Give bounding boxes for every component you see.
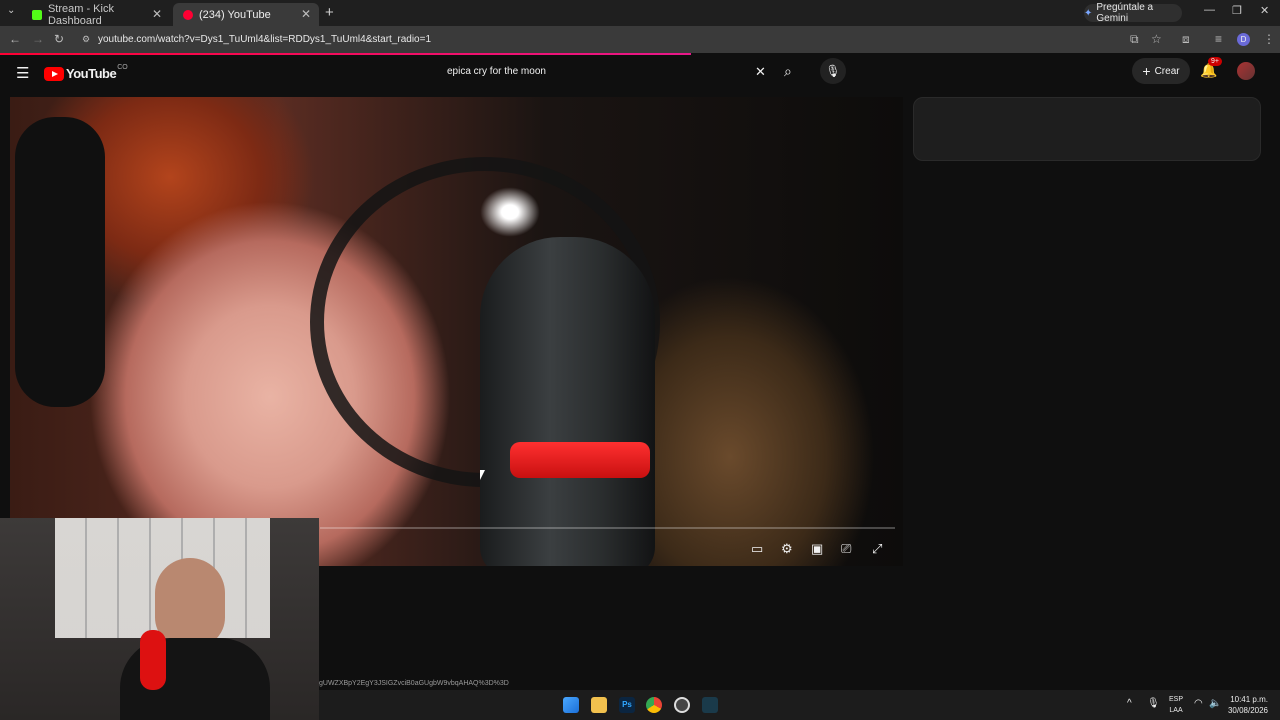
video-frame-microphone (480, 237, 655, 566)
mic-icon[interactable]: 🎙 (820, 58, 846, 84)
lang-line1: ESP (1169, 696, 1184, 703)
taskbar-clock[interactable]: 10:41 p.m. 30/08/2026 (1228, 694, 1268, 716)
clock-time: 10:41 p.m. (1230, 695, 1268, 704)
forward-icon[interactable]: → (32, 32, 44, 46)
back-icon[interactable]: ← (9, 32, 21, 46)
search-icon[interactable]: ⌕ (784, 63, 792, 80)
youtube-logo[interactable]: YouTube CO (44, 64, 128, 81)
browser-tab-bar: ⌄ Stream - Kick Dashboard ✕ (234) YouTub… (0, 0, 1280, 27)
mouse-cursor-icon (480, 470, 485, 480)
browser-menu-icon[interactable]: ⋮ (1263, 32, 1275, 46)
status-bar-url: gUWZXBpY2EgY3JSIGZvciB0aGUgbW9vbqAHAQ%3D… (319, 680, 509, 687)
extensions-icon[interactable]: ⧈ (1182, 32, 1190, 47)
tray-mic-icon[interactable]: 🎙 (1147, 698, 1160, 709)
lang-line2: LAA (1169, 707, 1183, 714)
tray-chevron-icon[interactable]: ^ (1127, 698, 1132, 709)
windows-taskbar: Ps ^ 🎙 ESP LAA ◠ 🔈 10:41 p.m. 30/08/2026 (319, 690, 1280, 720)
reload-icon[interactable]: ↻ (54, 32, 64, 46)
restore-button[interactable]: ❐ (1232, 4, 1242, 17)
kick-favicon-icon (32, 9, 42, 20)
close-window-button[interactable]: ✕ (1260, 4, 1269, 17)
cast-icon[interactable]: ⎚ (841, 541, 851, 557)
menu-icon[interactable]: ☰ (16, 64, 29, 82)
gemini-label: Pregúntale a Gemini (1096, 2, 1154, 24)
logo-country: CO (117, 64, 128, 71)
sidebar-placeholder-card (913, 97, 1261, 161)
tab-youtube[interactable]: (234) YouTube ✕ (173, 3, 319, 26)
install-app-icon[interactable]: ⧉ (1130, 32, 1139, 47)
subtitles-icon[interactable]: ▭ (751, 541, 763, 557)
notification-badge: 9+ (1208, 57, 1222, 66)
media-controls-icon[interactable]: ≡ (1215, 32, 1222, 46)
youtube-header: ☰ YouTube CO epica cry for the moon ✕ ⌕ … (0, 56, 1280, 96)
miniplayer-icon[interactable]: ▣ (811, 541, 823, 557)
account-avatar[interactable] (1237, 62, 1255, 80)
bookmark-star-icon[interactable]: ☆ (1151, 32, 1162, 46)
youtube-favicon-icon (183, 9, 193, 20)
webcam-microphone (140, 630, 166, 690)
create-label: Crear (1154, 65, 1180, 77)
tab-label: (234) YouTube (199, 8, 271, 21)
new-tab-button[interactable]: + (325, 4, 334, 21)
gemini-sparkle-icon: ✦ (1084, 7, 1093, 19)
webcam-person-head (155, 558, 225, 648)
address-field[interactable]: ⚙ youtube.com/watch?v=Dys1_TuUml4&list=R… (80, 29, 1140, 50)
minimize-button[interactable]: — (1204, 4, 1215, 16)
site-info-icon[interactable]: ⚙ (82, 29, 90, 50)
settings-icon[interactable]: ⚙ (781, 541, 793, 557)
fullscreen-icon[interactable]: ⤢ (872, 541, 882, 557)
obs-icon[interactable] (674, 697, 690, 713)
app-icon[interactable] (702, 697, 718, 713)
tab-kick-dashboard[interactable]: Stream - Kick Dashboard ✕ (22, 3, 170, 27)
gemini-button[interactable]: ✦ Pregúntale a Gemini (1084, 2, 1182, 24)
search-input[interactable]: epica cry for the moon ✕ (437, 60, 771, 84)
clear-icon[interactable]: ✕ (755, 60, 766, 84)
video-frame-light-glare (480, 187, 540, 237)
chrome-icon[interactable] (646, 697, 662, 713)
clock-date: 30/08/2026 (1227, 706, 1268, 715)
language-indicator[interactable]: ESP LAA (1169, 694, 1183, 716)
search-query: epica cry for the moon (447, 66, 546, 77)
browser-toolbar: ← → ↻ ⚙ youtube.com/watch?v=Dys1_TuUml4&… (0, 26, 1280, 53)
plus-icon: + (1142, 63, 1151, 79)
volume-icon[interactable]: 🔈 (1209, 698, 1221, 709)
page-load-progress-fill (0, 53, 692, 55)
video-progress-bar[interactable] (320, 527, 895, 529)
webcam-overlay (0, 518, 319, 720)
video-player[interactable] (10, 97, 903, 566)
photoshop-icon[interactable]: Ps (619, 697, 635, 713)
video-frame-headphones (15, 117, 105, 407)
wifi-icon[interactable]: ◠ (1194, 698, 1203, 709)
video-frame-mic-band (510, 442, 650, 478)
file-explorer-icon[interactable] (591, 697, 607, 713)
profile-avatar[interactable]: D (1237, 33, 1250, 46)
logo-text: YouTube (66, 66, 117, 81)
windows-start-icon[interactable] (563, 697, 579, 713)
tab-list-chevron-icon[interactable]: ⌄ (7, 5, 15, 16)
url-text: youtube.com/watch?v=Dys1_TuUml4&list=RDD… (98, 34, 432, 45)
close-tab-icon[interactable]: ✕ (301, 7, 311, 21)
create-button[interactable]: + Crear (1132, 58, 1190, 84)
youtube-play-logo-icon (44, 66, 64, 81)
close-tab-icon[interactable]: ✕ (152, 7, 162, 21)
